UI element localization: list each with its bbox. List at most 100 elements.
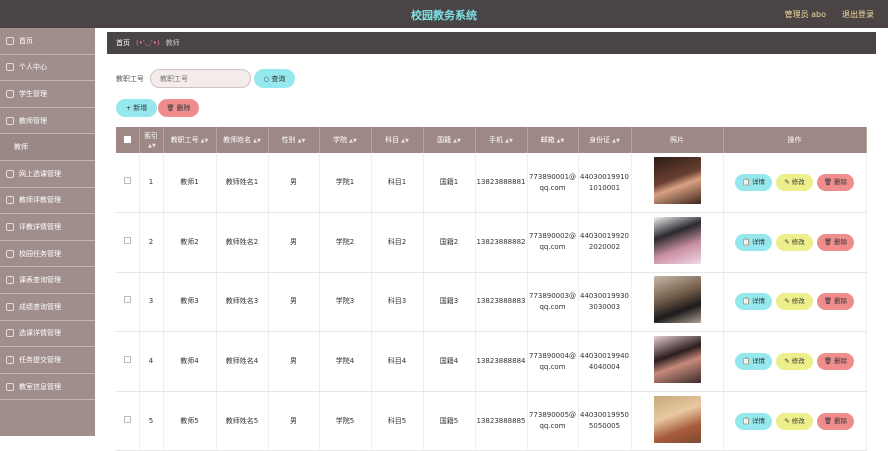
cell-idcard: 440300199303030003 (578, 272, 632, 333)
cell-actions: 📋 详情 ✎ 修改 🗑 删除 (723, 331, 867, 392)
row-select-cell[interactable] (116, 272, 140, 333)
teacher-photo (653, 276, 701, 324)
sidebar-item[interactable]: 教师评教管理 (0, 188, 95, 215)
detail-button-label: 详情 (752, 297, 766, 306)
row-checkbox[interactable] (123, 415, 131, 423)
sort-icon[interactable]: ▲▼ (453, 138, 461, 144)
sort-icon[interactable]: ▲▼ (505, 138, 513, 144)
delete-button[interactable]: 🗑 删除 (817, 353, 854, 371)
detail-button[interactable]: 📋 详情 (735, 412, 772, 430)
search-button[interactable]: ○ 查询 (254, 69, 295, 88)
table-row[interactable]: 1 教师1 教师姓名1 男学院1 科目1 国籍1 13823888881 773890001@… (116, 153, 867, 214)
edit-button[interactable]: ✎ 修改 (776, 353, 813, 371)
sidebar-item[interactable]: 教师管理 (0, 108, 95, 135)
detail-button[interactable]: 📋 详情 (735, 293, 772, 311)
edit-button[interactable]: ✎ 修改 (776, 174, 813, 192)
cell-id: 教师4 (163, 331, 217, 392)
sort-icon[interactable]: ▲▼ (612, 138, 620, 144)
sidebar-item[interactable]: 评教详情管理 (0, 214, 95, 241)
table-row[interactable]: 3 教师3 教师姓名3 男学院3 科目3 国籍3 13823888883 773890003@… (116, 272, 867, 333)
sort-icon[interactable]: ▲▼ (201, 138, 209, 144)
cell-idx: 2 (139, 212, 164, 273)
sidebar-item[interactable]: 选课详情管理 (0, 321, 95, 348)
detail-button[interactable]: 📋 详情 (735, 174, 772, 192)
sidebar-item[interactable]: 个人中心 (0, 55, 95, 82)
bulk-delete-button[interactable]: 🗑 删除 (158, 99, 199, 117)
delete-button[interactable]: 🗑 删除 (817, 174, 854, 192)
sidebar-item-label: 校园任务管理 (19, 249, 61, 258)
column-header[interactable]: 身份证 ▲▼ (578, 127, 632, 153)
detail-button[interactable]: 📋 详情 (735, 233, 772, 251)
column-header[interactable]: 教职工号 ▲▼ (163, 127, 217, 153)
sidebar-item[interactable]: 任务提交管理 (0, 347, 95, 374)
sidebar-item[interactable]: 校园任务管理 (0, 241, 95, 268)
column-header[interactable]: 科目 ▲▼ (371, 127, 424, 153)
detail-icon: 📋 (741, 297, 751, 306)
sidebar-item[interactable]: 网上选课管理 (0, 161, 95, 188)
row-checkbox[interactable] (123, 177, 131, 185)
cell-id: 教师1 (163, 153, 217, 214)
column-header[interactable]: 国籍 ▲▼ (423, 127, 476, 153)
column-header[interactable]: 学院 ▲▼ (319, 127, 372, 153)
sidebar-item[interactable]: 课表查询管理 (0, 267, 95, 294)
table-row[interactable]: 4 教师4 教师姓名4 男学院4 科目4 国籍4 13823888884 773890004@… (116, 331, 867, 392)
select-all-cell[interactable] (116, 127, 140, 153)
edit-button-label: 修改 (791, 237, 805, 246)
app-title: 校园教务系统 (411, 9, 477, 22)
sidebar-item[interactable]: 成绩查询管理 (0, 294, 95, 321)
sort-icon[interactable]: ▲▼ (148, 143, 156, 149)
delete-button[interactable]: 🗑 删除 (817, 293, 854, 311)
search-input[interactable] (150, 69, 251, 88)
select-all-checkbox[interactable] (123, 135, 131, 143)
column-header[interactable]: 索引 ▲▼ (139, 127, 164, 153)
sidebar-item[interactable]: 学生管理 (0, 81, 95, 108)
row-select-cell[interactable] (116, 331, 140, 392)
sort-icon[interactable]: ▲▼ (253, 138, 261, 144)
sidebar-item[interactable]: 教师 (0, 134, 95, 161)
sort-icon[interactable]: ▲▼ (401, 138, 409, 144)
sidebar-item-label: 教师 (14, 143, 28, 152)
edit-button[interactable]: ✎ 修改 (776, 293, 813, 311)
row-select-cell[interactable] (116, 212, 140, 273)
table-row[interactable]: 5 教师5 教师姓名5 男学院5 科目5 国籍5 13823888885 773890005@… (116, 391, 867, 451)
delete-button[interactable]: 🗑 删除 (817, 233, 854, 251)
delete-button-label: 删除 (834, 178, 848, 187)
sidebar-item[interactable]: 教室信息管理 (0, 374, 95, 401)
row-select-cell[interactable] (116, 391, 140, 451)
column-header[interactable]: 性别 ▲▼ (268, 127, 320, 153)
sidebar-item[interactable]: 首页 (0, 28, 95, 55)
edit-button[interactable]: ✎ 修改 (776, 233, 813, 251)
column-header[interactable]: 教师姓名 ▲▼ (216, 127, 269, 153)
breadcrumb-home[interactable]: 首页 (116, 38, 130, 48)
menu-icon (6, 169, 14, 178)
column-header[interactable]: 操作 (723, 127, 867, 153)
delete-button[interactable]: 🗑 删除 (817, 412, 854, 430)
cell-photo (631, 331, 724, 392)
menu-icon (6, 63, 14, 72)
row-checkbox[interactable] (123, 356, 131, 364)
detail-icon: 📋 (741, 178, 751, 187)
column-header[interactable]: 照片 (631, 127, 724, 153)
cell-actions: 📋 详情 ✎ 修改 🗑 删除 (723, 212, 867, 273)
detail-button[interactable]: 📋 详情 (735, 353, 772, 371)
table-row[interactable]: 2 教师2 教师姓名2 男学院2 科目2 国籍2 13823888882 773890002@… (116, 212, 867, 273)
detail-button-label: 详情 (752, 178, 766, 187)
edit-button[interactable]: ✎ 修改 (776, 412, 813, 430)
sort-icon[interactable]: ▲▼ (349, 138, 357, 144)
column-header-label: 科目 (385, 136, 400, 144)
row-checkbox[interactable] (123, 296, 131, 304)
cell-idx: 3 (139, 272, 164, 333)
add-button[interactable]: + 新增 (116, 99, 157, 117)
edit-icon: ✎ (784, 297, 790, 306)
column-header[interactable]: 邮箱 ▲▼ (527, 127, 579, 153)
column-header[interactable]: 手机 ▲▼ (475, 127, 528, 153)
logout-link[interactable]: 退出登录 (842, 9, 874, 20)
sort-icon[interactable]: ▲▼ (298, 138, 306, 144)
table-header-row: 索引▲▼ 教职工号 ▲▼ 教师姓名 ▲▼ 性别 ▲▼ 学院 ▲▼ 科目 ▲▼ 国籍 ▲▼ 手机 ▲▼ 邮箱 ▲▼… (116, 127, 867, 153)
row-checkbox[interactable] (123, 236, 131, 244)
cell-phone: 13823888882 (475, 212, 528, 273)
sort-icon[interactable]: ▲▼ (557, 138, 565, 144)
sidebar-item-label: 课表查询管理 (19, 276, 61, 285)
cell-actions: 📋 详情 ✎ 修改 🗑 删除 (723, 153, 867, 214)
row-select-cell[interactable] (116, 153, 140, 214)
